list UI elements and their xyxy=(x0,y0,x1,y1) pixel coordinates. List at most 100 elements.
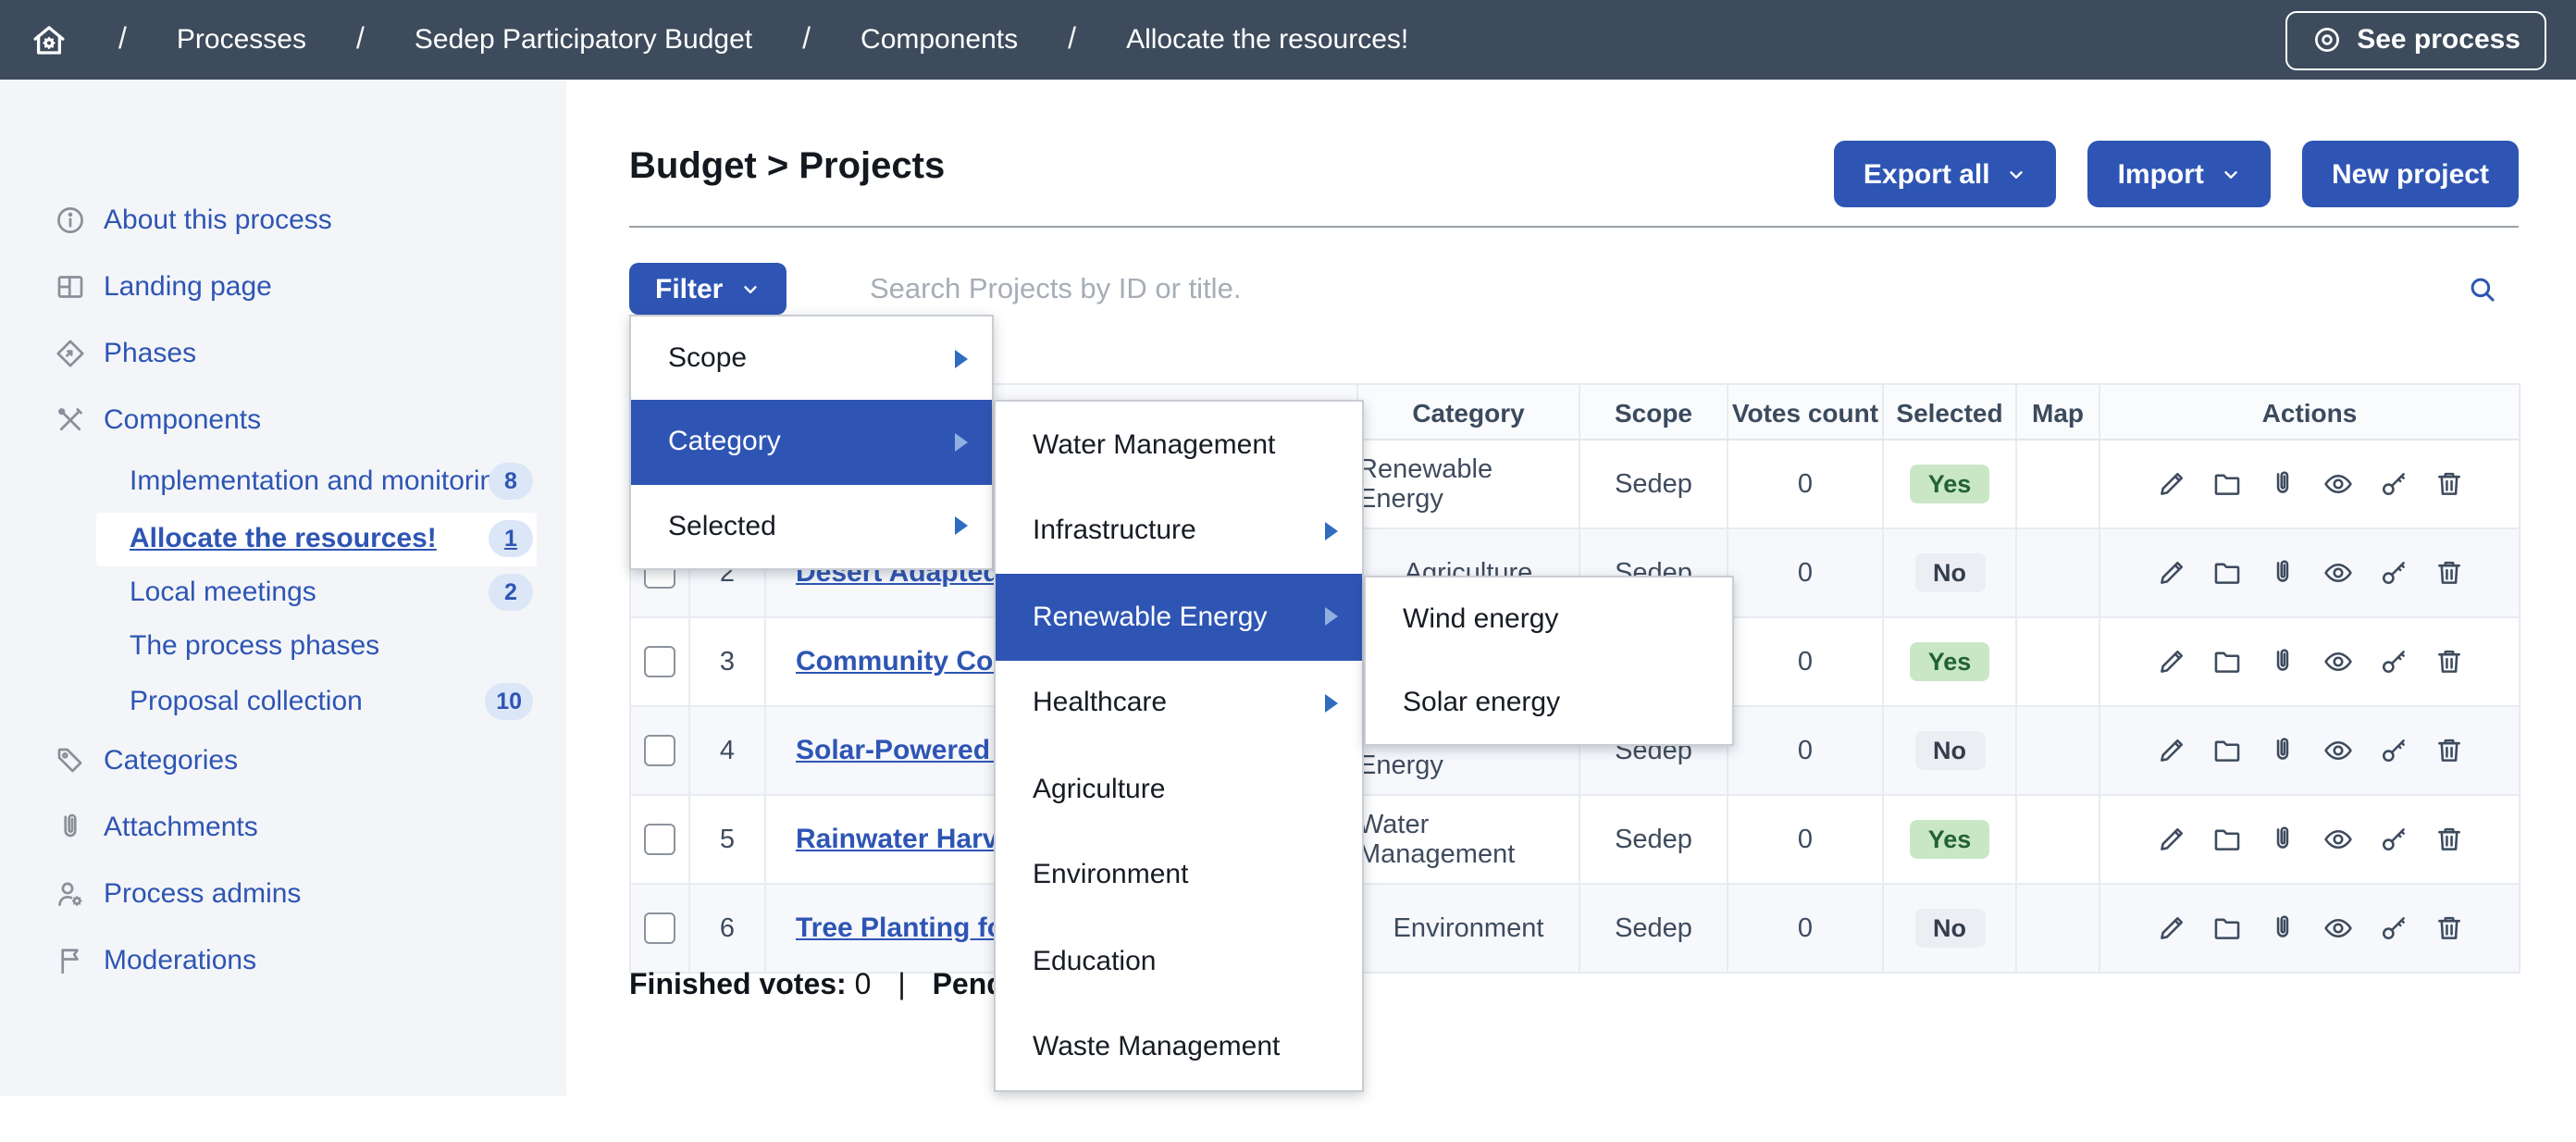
preview-eye-icon[interactable] xyxy=(2322,646,2353,677)
category-menu-item-infrastructure[interactable]: Infrastructure xyxy=(996,488,1362,574)
project-title-link[interactable]: Solar-Powered S xyxy=(796,735,1016,766)
sidebar-item-process-admins[interactable]: Process admins xyxy=(0,868,566,920)
sidebar-item-label[interactable]: Local meetings xyxy=(130,577,316,608)
sidebar-item-landing-page[interactable]: Landing page xyxy=(0,261,566,313)
delete-icon[interactable] xyxy=(2433,735,2464,766)
delete-icon[interactable] xyxy=(2433,468,2464,500)
breadcrumb-current-component[interactable]: Allocate the resources! xyxy=(1126,24,1408,56)
preview-eye-icon[interactable] xyxy=(2322,912,2353,944)
preview-eye-icon[interactable] xyxy=(2322,824,2353,855)
filter-menu-item-selected[interactable]: Selected xyxy=(631,484,992,568)
category-menu-item-agriculture[interactable]: Agriculture xyxy=(996,746,1362,832)
edit-icon[interactable] xyxy=(2155,912,2186,944)
row-checkbox[interactable] xyxy=(644,735,675,766)
sidebar-item-label[interactable]: Components xyxy=(104,404,261,436)
attachment-icon[interactable] xyxy=(2266,824,2297,855)
preview-eye-icon[interactable] xyxy=(2322,557,2353,589)
permissions-key-icon[interactable] xyxy=(2377,557,2409,589)
category-menu: Water Management Infrastructure Renewabl… xyxy=(994,400,1364,1092)
folder-icon[interactable] xyxy=(2211,912,2242,944)
breadcrumb-process-name[interactable]: Sedep Participatory Budget xyxy=(415,24,752,56)
folder-icon[interactable] xyxy=(2211,468,2242,500)
sidebar-item-label[interactable]: About this process xyxy=(104,205,332,236)
category-menu-item-education[interactable]: Education xyxy=(996,918,1362,1004)
import-button[interactable]: Import xyxy=(2088,141,2271,207)
edit-icon[interactable] xyxy=(2155,557,2186,589)
attachment-icon[interactable] xyxy=(2266,557,2297,589)
sidebar-item-components[interactable]: Components xyxy=(0,394,566,446)
project-title-link[interactable]: Tree Planting fo xyxy=(796,912,1004,944)
sidebar-item-phases[interactable]: Phases xyxy=(0,328,566,379)
category-menu-item-water-management[interactable]: Water Management xyxy=(996,402,1362,488)
tag-icon xyxy=(54,744,87,777)
sidebar-item-label[interactable]: Landing page xyxy=(104,271,272,303)
folder-icon[interactable] xyxy=(2211,824,2242,855)
selected-badge: Yes xyxy=(1910,642,1990,681)
preview-eye-icon[interactable] xyxy=(2322,735,2353,766)
permissions-key-icon[interactable] xyxy=(2377,824,2409,855)
sidebar-item-about[interactable]: About this process xyxy=(0,194,566,246)
project-title-link[interactable]: Community Con xyxy=(796,646,1010,677)
sidebar-item-moderations[interactable]: Moderations xyxy=(0,935,566,987)
row-checkbox[interactable] xyxy=(644,824,675,855)
sidebar-item-label[interactable]: Process admins xyxy=(104,878,301,910)
folder-icon[interactable] xyxy=(2211,735,2242,766)
folder-icon[interactable] xyxy=(2211,557,2242,589)
permissions-key-icon[interactable] xyxy=(2377,912,2409,944)
new-project-button[interactable]: New project xyxy=(2302,141,2519,207)
breadcrumb-components[interactable]: Components xyxy=(861,24,1018,56)
sidebar-item-label[interactable]: Phases xyxy=(104,338,196,369)
breadcrumb-processes[interactable]: Processes xyxy=(177,24,306,56)
delete-icon[interactable] xyxy=(2433,646,2464,677)
delete-icon[interactable] xyxy=(2433,824,2464,855)
sidebar-item-allocate-resources[interactable]: Allocate the resources! 1 xyxy=(0,513,566,565)
attachment-icon[interactable] xyxy=(2266,646,2297,677)
subcategory-menu-item-solar-energy[interactable]: Solar energy xyxy=(1366,661,1732,744)
sidebar-item-local-meetings[interactable]: Local meetings 2 xyxy=(0,566,566,618)
permissions-key-icon[interactable] xyxy=(2377,468,2409,500)
category-menu-item-environment[interactable]: Environment xyxy=(996,832,1362,918)
sidebar-item-label[interactable]: Attachments xyxy=(104,812,258,843)
edit-icon[interactable] xyxy=(2155,824,2186,855)
sidebar-item-label[interactable]: Allocate the resources! xyxy=(130,523,437,554)
delete-icon[interactable] xyxy=(2433,912,2464,944)
sidebar-item-process-phases[interactable]: The process phases xyxy=(0,620,566,672)
sidebar-item-label[interactable]: The process phases xyxy=(130,630,379,662)
search-input[interactable] xyxy=(866,263,2428,318)
sidebar-item-label[interactable]: Categories xyxy=(104,745,238,776)
preview-eye-icon[interactable] xyxy=(2322,468,2353,500)
project-title-link[interactable]: Rainwater Harve xyxy=(796,824,1013,855)
category-menu-item-waste-management[interactable]: Waste Management xyxy=(996,1004,1362,1090)
subcategory-menu-item-wind-energy[interactable]: Wind energy xyxy=(1366,577,1732,661)
filter-menu-item-scope[interactable]: Scope xyxy=(631,317,992,401)
attachment-icon[interactable] xyxy=(2266,912,2297,944)
permissions-key-icon[interactable] xyxy=(2377,735,2409,766)
category-menu-item-renewable-energy[interactable]: Renewable Energy xyxy=(996,574,1362,660)
attachment-icon[interactable] xyxy=(2266,468,2297,500)
edit-icon[interactable] xyxy=(2155,646,2186,677)
sidebar-item-proposal-collection[interactable]: Proposal collection 10 xyxy=(0,676,566,727)
sidebar-item-label[interactable]: Proposal collection xyxy=(130,686,363,717)
filter-menu-item-category[interactable]: Category xyxy=(631,401,992,485)
folder-icon[interactable] xyxy=(2211,646,2242,677)
row-checkbox[interactable] xyxy=(644,646,675,677)
search-icon[interactable] xyxy=(2467,274,2498,305)
sidebar-item-label[interactable]: Implementation and monitoring xyxy=(130,465,511,497)
permissions-key-icon[interactable] xyxy=(2377,646,2409,677)
edit-icon[interactable] xyxy=(2155,468,2186,500)
filter-button[interactable]: Filter xyxy=(629,263,786,315)
attachment-icon[interactable] xyxy=(2266,735,2297,766)
sidebar-item-label[interactable]: Moderations xyxy=(104,945,256,976)
chevron-down-icon xyxy=(2007,164,2027,184)
export-all-button[interactable]: Export all xyxy=(1834,141,2057,207)
see-process-button[interactable]: See process xyxy=(2285,10,2546,69)
sidebar-item-attachments[interactable]: Attachments xyxy=(0,801,566,853)
edit-icon[interactable] xyxy=(2155,735,2186,766)
home-icon[interactable] xyxy=(30,20,68,59)
row-checkbox[interactable] xyxy=(644,912,675,944)
sidebar-item-categories[interactable]: Categories xyxy=(0,735,566,787)
breadcrumb-separator: / xyxy=(118,23,127,56)
sidebar-item-implementation-monitoring[interactable]: Implementation and monitoring 8 xyxy=(0,455,566,507)
delete-icon[interactable] xyxy=(2433,557,2464,589)
category-menu-item-healthcare[interactable]: Healthcare xyxy=(996,660,1362,746)
